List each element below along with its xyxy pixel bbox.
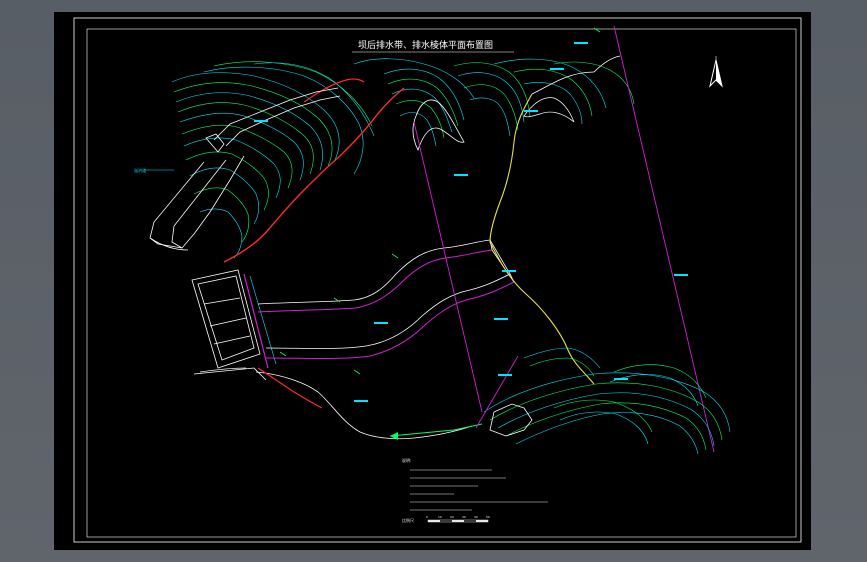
- scale-tick-5: 50: [486, 515, 490, 519]
- terrain-contours-upper-left: [171, 61, 375, 259]
- scale-ticks: 0 10 20 30 40 50: [426, 515, 490, 519]
- scale-tick-3: 30: [462, 515, 466, 519]
- drawing-canvas: 坝后排水带、排水棱体平面布置图 溢洪道 说明: 比例尺 0 10 20 30 4…: [73, 17, 802, 543]
- downstream-road: [255, 371, 473, 440]
- notes-block: 说明: 比例尺 0 10 20 30 40 50: [402, 457, 548, 523]
- upper-ridge-outline: [523, 97, 575, 123]
- drainage-prism-left: [191, 269, 267, 381]
- outlet-green-channel: [389, 423, 483, 437]
- road-end-upper: [593, 55, 621, 73]
- drawing-sheet: 坝后排水带、排水棱体平面布置图 溢洪道 说明: 比例尺 0 10 20 30 4…: [54, 12, 811, 550]
- upper-valley-outline: [412, 99, 465, 152]
- notes-heading: 说明:: [402, 457, 411, 463]
- dam-crest-line: [223, 87, 405, 263]
- access-road: [489, 93, 595, 385]
- scale-tick-4: 40: [474, 515, 478, 519]
- scale-label: 比例尺: [402, 517, 414, 523]
- scale-bar: [427, 519, 489, 523]
- scale-tick-2: 20: [450, 515, 454, 519]
- drawing-title: 坝后排水带、排水棱体平面布置图: [358, 39, 493, 51]
- scale-tick-0: 0: [426, 515, 428, 519]
- dam-axis-line-left: [413, 121, 483, 413]
- scale-tick-1: 10: [438, 515, 442, 519]
- cad-viewport: 坝后排水带、排水棱体平面布置图 溢洪道 说明: 比例尺 0 10 20 30 4…: [0, 0, 867, 562]
- outlet-axis-magenta: [475, 355, 519, 429]
- downstream-drainage-channel: [257, 239, 515, 359]
- north-arrow-icon: [709, 56, 723, 88]
- outer-frame: [73, 17, 802, 543]
